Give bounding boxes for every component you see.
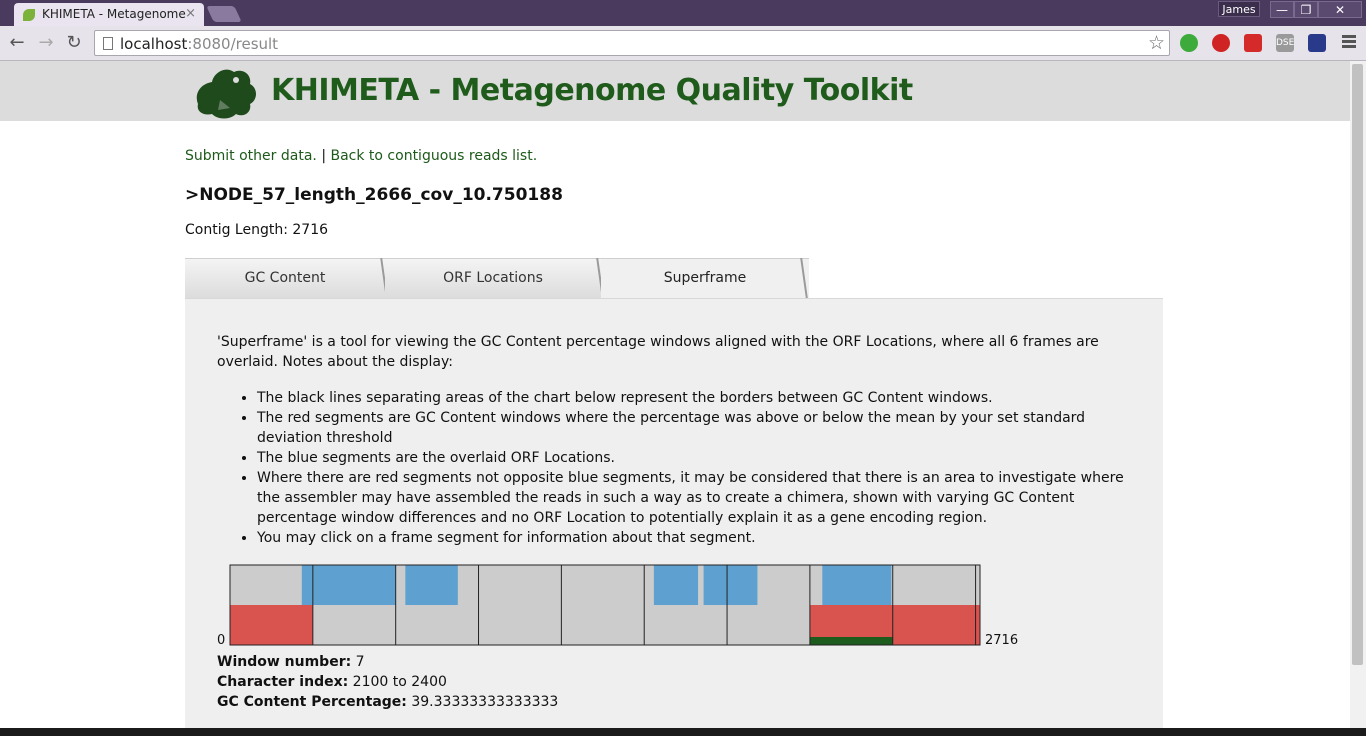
character-index-row: Character index: 2100 to 2400 xyxy=(217,674,447,690)
tab-gc-content[interactable]: GC Content xyxy=(185,258,385,298)
gc-window-segment[interactable] xyxy=(892,605,980,645)
note-item: You may click on a frame segment for inf… xyxy=(257,528,1137,548)
site-title: KHIMETA - Metagenome Quality Toolkit xyxy=(271,73,913,108)
orf-segment[interactable] xyxy=(653,565,699,605)
nav-links: Submit other data. | Back to contiguous … xyxy=(185,148,537,164)
superframe-intro: 'Superframe' is a tool for viewing the G… xyxy=(217,334,1099,370)
page-scrollbar[interactable] xyxy=(1350,61,1366,728)
orf-segment[interactable] xyxy=(822,565,892,605)
new-tab-button[interactable] xyxy=(206,6,242,22)
link-separator: | xyxy=(321,148,327,164)
forward-arrow-icon[interactable]: → xyxy=(35,32,57,54)
gc-window-segment[interactable] xyxy=(396,605,479,645)
site-header: KHIMETA - Metagenome Quality Toolkit xyxy=(0,61,1350,121)
character-index-value: 2100 to 2400 xyxy=(352,674,447,690)
profile-button[interactable]: James xyxy=(1218,1,1260,17)
os-taskbar xyxy=(0,728,1366,736)
note-item: Where there are red segments not opposit… xyxy=(257,468,1137,528)
browser-toolbar: ← → ↻ localhost:8080/result ☆ DSE xyxy=(0,26,1366,61)
tab-title: KHIMETA - Metagenome xyxy=(42,7,186,21)
superframe-panel: 'Superframe' is a tool for viewing the G… xyxy=(185,298,1163,728)
note-item: The red segments are GC Content windows … xyxy=(257,408,1137,448)
gc-window-segment[interactable] xyxy=(727,605,810,645)
contig-title: >NODE_57_length_2666_cov_10.750188 xyxy=(185,185,563,205)
note-item: The black lines separating areas of the … xyxy=(257,388,1137,408)
page-viewport: KHIMETA - Metagenome Quality Toolkit Sub… xyxy=(0,61,1350,728)
note-item: The blue segments are the overlaid ORF L… xyxy=(257,448,1137,468)
dse-icon[interactable]: DSE xyxy=(1276,34,1294,52)
tab-superframe[interactable]: Superframe xyxy=(601,258,809,298)
orf-segment[interactable] xyxy=(301,565,396,605)
gc-window-segment[interactable] xyxy=(479,605,562,645)
maximize-button[interactable]: ❐ xyxy=(1294,1,1318,18)
tab-orf-locations[interactable]: ORF Locations xyxy=(385,258,601,298)
address-bar[interactable]: localhost:8080/result ☆ xyxy=(94,30,1170,56)
superframe-chart: 0 2716 xyxy=(217,563,1037,653)
back-arrow-icon[interactable]: ← xyxy=(6,32,28,54)
contig-length: Contig Length: 2716 xyxy=(185,222,328,238)
leaf-favicon-icon xyxy=(23,9,35,21)
bookmark-star-icon[interactable]: ☆ xyxy=(1148,32,1165,54)
gc-percentage-value: 39.33333333333333 xyxy=(411,694,559,710)
chrome-menu-icon[interactable] xyxy=(1342,35,1356,50)
selection-info: Window number: 7 Character index: 2100 t… xyxy=(217,652,558,712)
flag-icon[interactable] xyxy=(1308,34,1326,52)
gc-percentage-row: GC Content Percentage: 39.33333333333333 xyxy=(217,694,559,710)
tab-close-icon[interactable]: × xyxy=(185,6,196,21)
selected-window-marker[interactable] xyxy=(809,637,893,645)
minimize-button[interactable]: — xyxy=(1270,1,1294,18)
gc-window-segment[interactable] xyxy=(644,605,727,645)
window-number-row: Window number: 7 xyxy=(217,654,365,670)
gc-window-segment[interactable] xyxy=(313,605,396,645)
gc-window-segment[interactable] xyxy=(561,605,644,645)
window-number-value: 7 xyxy=(355,654,365,670)
page-icon xyxy=(103,37,113,50)
evernote-icon[interactable] xyxy=(1180,34,1198,52)
notes-list: The black lines separating areas of the … xyxy=(257,388,1137,548)
close-window-button[interactable]: ✕ xyxy=(1318,1,1362,18)
reload-icon[interactable]: ↻ xyxy=(63,32,85,54)
adblock-icon[interactable] xyxy=(1212,34,1230,52)
result-tabs: GC Content ORF Locations Superframe xyxy=(185,258,1163,298)
acrobat-icon[interactable] xyxy=(1244,34,1262,52)
address-url[interactable]: localhost:8080/result xyxy=(120,35,278,53)
orf-segment[interactable] xyxy=(405,565,458,605)
mascot-logo-icon xyxy=(196,69,256,119)
axis-end-label: 2716 xyxy=(985,633,1019,648)
orf-segment[interactable] xyxy=(703,565,758,605)
contig-length-label: Contig Length: xyxy=(185,222,288,238)
contig-length-value: 2716 xyxy=(292,222,329,238)
scrollbar-thumb[interactable] xyxy=(1352,64,1363,665)
superframe-svg xyxy=(229,564,981,646)
browser-titlebar: KHIMETA - Metagenome × James — ❐ ✕ xyxy=(0,0,1366,26)
back-to-list-link[interactable]: Back to contiguous reads list. xyxy=(330,148,537,164)
submit-other-data-link[interactable]: Submit other data. xyxy=(185,148,317,164)
gc-window-segment[interactable] xyxy=(230,605,313,645)
browser-tab[interactable]: KHIMETA - Metagenome × xyxy=(14,3,204,26)
